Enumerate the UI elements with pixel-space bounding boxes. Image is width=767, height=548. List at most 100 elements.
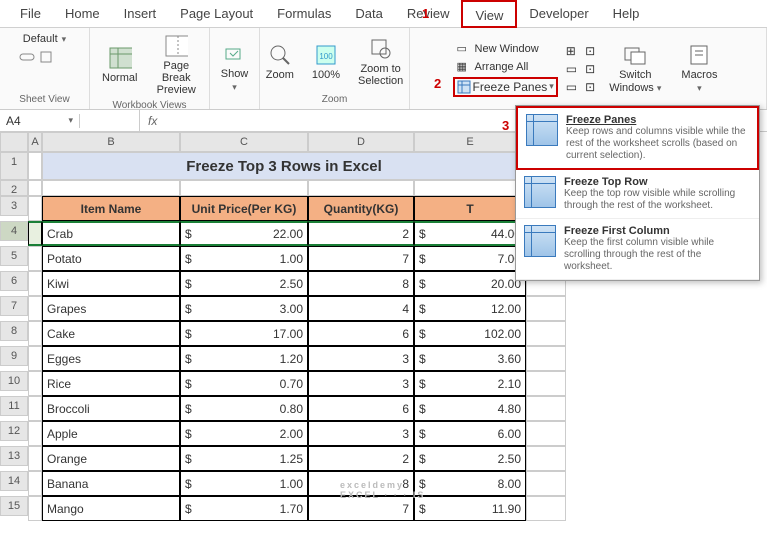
name-box[interactable]: A4▾: [0, 114, 80, 128]
item-cell[interactable]: Cake: [42, 321, 180, 346]
blank[interactable]: [308, 180, 414, 196]
col-header-B[interactable]: B: [42, 132, 180, 152]
total-cell[interactable]: $8.00: [414, 471, 526, 496]
table-header[interactable]: T: [414, 196, 526, 221]
cell-a7[interactable]: [28, 296, 42, 321]
cell-a3[interactable]: [28, 196, 42, 221]
tab-insert[interactable]: Insert: [112, 0, 169, 28]
row-header-2[interactable]: 2: [0, 180, 28, 196]
unhide-icon[interactable]: ▭: [566, 80, 577, 94]
qty-cell[interactable]: 2: [308, 446, 414, 471]
tab-file[interactable]: File: [8, 0, 53, 28]
tab-formulas[interactable]: Formulas: [265, 0, 343, 28]
item-cell[interactable]: Potato: [42, 246, 180, 271]
row-header-12[interactable]: 12: [0, 421, 28, 441]
cell-a6[interactable]: [28, 271, 42, 296]
cell-f11[interactable]: [526, 396, 566, 421]
item-cell[interactable]: Crab: [42, 221, 180, 246]
total-cell[interactable]: $12.00: [414, 296, 526, 321]
tab-view[interactable]: View: [461, 0, 517, 28]
row-header-10[interactable]: 10: [0, 371, 28, 391]
cell-a15[interactable]: [28, 496, 42, 521]
cell-a4[interactable]: [28, 221, 42, 246]
freeze-option-1[interactable]: Freeze Top RowKeep the top row visible w…: [516, 170, 759, 219]
total-cell[interactable]: $2.50: [414, 446, 526, 471]
cell-a12[interactable]: [28, 421, 42, 446]
table-header[interactable]: Item Name: [42, 196, 180, 221]
cell-f10[interactable]: [526, 371, 566, 396]
normal-view-button[interactable]: Normal: [96, 44, 143, 86]
row-header-5[interactable]: 5: [0, 246, 28, 266]
item-cell[interactable]: Orange: [42, 446, 180, 471]
switch-windows-button[interactable]: Switch Windows ▾: [603, 41, 667, 95]
row-header-3[interactable]: 3: [0, 196, 28, 216]
cell-a14[interactable]: [28, 471, 42, 496]
title-cell[interactable]: Freeze Top 3 Rows in Excel: [42, 152, 526, 180]
zoom-selection-button[interactable]: Zoom to Selection: [352, 35, 409, 89]
item-cell[interactable]: Rice: [42, 371, 180, 396]
split-icon[interactable]: ⊞: [566, 44, 577, 58]
row-header-14[interactable]: 14: [0, 471, 28, 491]
price-cell[interactable]: $1.20: [180, 346, 308, 371]
total-cell[interactable]: $3.60: [414, 346, 526, 371]
col-header-A[interactable]: A: [28, 132, 42, 152]
qty-cell[interactable]: 3: [308, 371, 414, 396]
row-header-8[interactable]: 8: [0, 321, 28, 341]
price-cell[interactable]: $22.00: [180, 221, 308, 246]
freeze-option-0[interactable]: Freeze PanesKeep rows and columns visibl…: [516, 106, 759, 170]
row-header-15[interactable]: 15: [0, 496, 28, 516]
cell-a10[interactable]: [28, 371, 42, 396]
cell-f12[interactable]: [526, 421, 566, 446]
cell-a11[interactable]: [28, 396, 42, 421]
price-cell[interactable]: $1.00: [180, 471, 308, 496]
qty-cell[interactable]: 7: [308, 246, 414, 271]
col-header-E[interactable]: E: [414, 132, 526, 152]
qty-cell[interactable]: 3: [308, 346, 414, 371]
qty-cell[interactable]: 4: [308, 296, 414, 321]
col-header-C[interactable]: C: [180, 132, 308, 152]
cell-a9[interactable]: [28, 346, 42, 371]
row-header-13[interactable]: 13: [0, 446, 28, 466]
table-header[interactable]: Quantity(KG): [308, 196, 414, 221]
item-cell[interactable]: Apple: [42, 421, 180, 446]
show-button[interactable]: Show▾: [215, 40, 255, 94]
item-cell[interactable]: Kiwi: [42, 271, 180, 296]
col-header-D[interactable]: D: [308, 132, 414, 152]
cell-f7[interactable]: [526, 296, 566, 321]
item-cell[interactable]: Banana: [42, 471, 180, 496]
total-cell[interactable]: $7.00: [414, 246, 526, 271]
pos-icon[interactable]: ⊡: [585, 80, 595, 94]
zoom-100-button[interactable]: 100 100%: [306, 41, 346, 83]
qty-cell[interactable]: 2: [308, 221, 414, 246]
page-break-button[interactable]: Page Break Preview: [149, 32, 203, 98]
qty-cell[interactable]: 6: [308, 321, 414, 346]
price-cell[interactable]: $2.00: [180, 421, 308, 446]
cell-f9[interactable]: [526, 346, 566, 371]
price-cell[interactable]: $1.00: [180, 246, 308, 271]
price-cell[interactable]: $0.70: [180, 371, 308, 396]
macros-button[interactable]: Macros▾: [675, 41, 723, 95]
row-header-1[interactable]: 1: [0, 152, 28, 180]
price-cell[interactable]: $2.50: [180, 271, 308, 296]
exit-icon[interactable]: [39, 50, 55, 64]
tab-home[interactable]: Home: [53, 0, 112, 28]
qty-cell[interactable]: 3: [308, 421, 414, 446]
item-cell[interactable]: Mango: [42, 496, 180, 521]
tab-help[interactable]: Help: [601, 0, 652, 28]
default-view-button[interactable]: Default ▾: [19, 32, 70, 46]
blank[interactable]: [28, 180, 42, 196]
item-cell[interactable]: Egges: [42, 346, 180, 371]
cell-f14[interactable]: [526, 471, 566, 496]
qty-cell[interactable]: 6: [308, 396, 414, 421]
total-cell[interactable]: $44.00: [414, 221, 526, 246]
blank[interactable]: [180, 180, 308, 196]
blank[interactable]: [414, 180, 526, 196]
hide-icon[interactable]: ▭: [566, 62, 577, 76]
freeze-option-2[interactable]: Freeze First ColumnKeep the first column…: [516, 219, 759, 280]
cell-a1[interactable]: [28, 152, 42, 180]
price-cell[interactable]: $17.00: [180, 321, 308, 346]
total-cell[interactable]: $6.00: [414, 421, 526, 446]
item-cell[interactable]: Broccoli: [42, 396, 180, 421]
cell-a5[interactable]: [28, 246, 42, 271]
tab-data[interactable]: Data: [343, 0, 394, 28]
